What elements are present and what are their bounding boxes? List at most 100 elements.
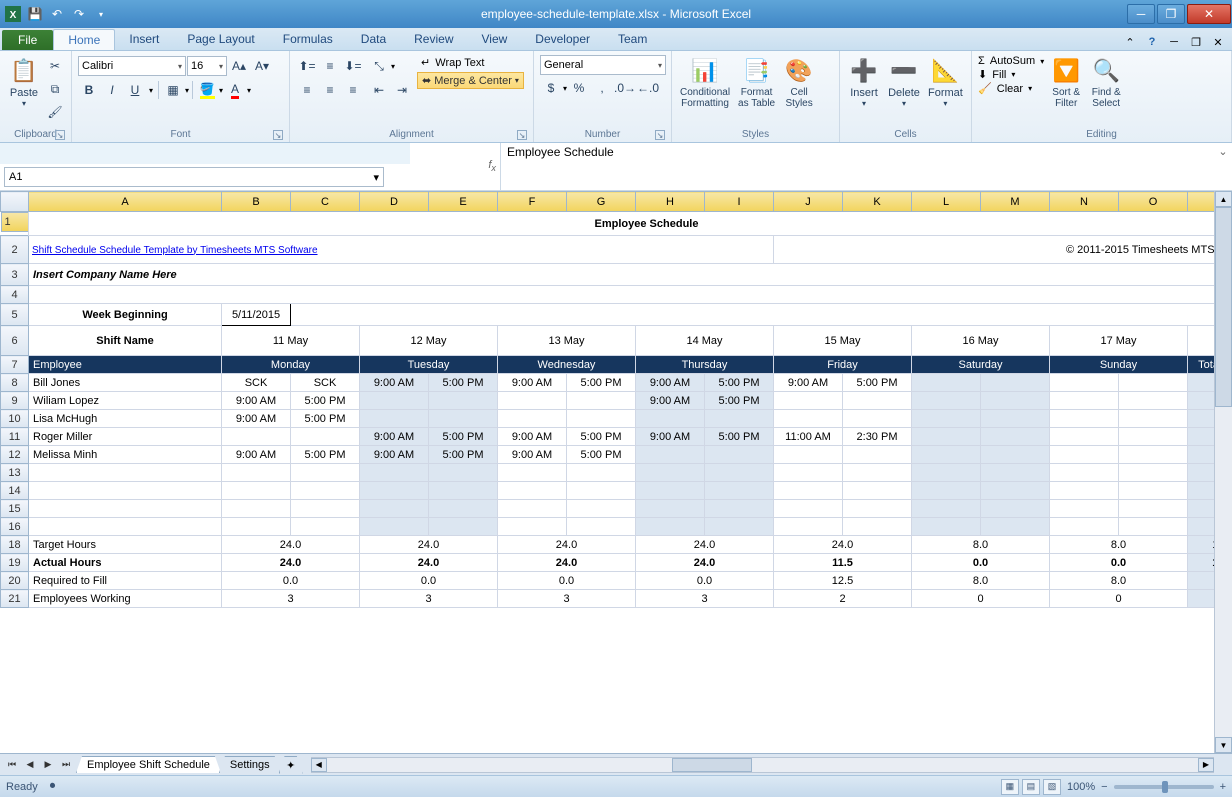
- shift-name[interactable]: Shift Name: [29, 326, 222, 356]
- employee-name[interactable]: Lisa McHugh: [29, 410, 222, 428]
- day-header[interactable]: Wednesday: [498, 356, 636, 374]
- shift-cell[interactable]: [498, 392, 567, 410]
- tab-team[interactable]: Team: [604, 29, 661, 50]
- summary-value[interactable]: 3: [360, 590, 498, 608]
- copyright[interactable]: © 2011-2015 Timesheets MTS Software: [774, 236, 1215, 264]
- workbook-close-icon[interactable]: ✕: [1210, 34, 1226, 50]
- col-header-E[interactable]: E: [429, 192, 498, 212]
- employee-name[interactable]: Wiliam Lopez: [29, 392, 222, 410]
- total-hours[interactable]: 40.0: [1188, 374, 1215, 392]
- shift-cell[interactable]: [1119, 500, 1188, 518]
- row-header-9[interactable]: 9: [1, 392, 29, 410]
- zoom-out-icon[interactable]: −: [1101, 781, 1107, 793]
- find-select-button[interactable]: 🔍Find & Select: [1086, 53, 1126, 111]
- shift-cell[interactable]: 9:00 AM: [636, 374, 705, 392]
- last-sheet-icon[interactable]: ⏭: [58, 757, 74, 773]
- summary-label[interactable]: Employees Working: [29, 590, 222, 608]
- col-header-F[interactable]: F: [498, 192, 567, 212]
- new-sheet-button[interactable]: ✦: [279, 756, 303, 774]
- fill-color-icon[interactable]: 🪣: [196, 79, 218, 101]
- shift-cell[interactable]: [912, 500, 981, 518]
- shift-cell[interactable]: 5:00 PM: [567, 428, 636, 446]
- shift-cell[interactable]: [222, 428, 291, 446]
- shift-cell[interactable]: [705, 410, 774, 428]
- summary-value[interactable]: 3: [222, 590, 360, 608]
- shift-cell[interactable]: 9:00 AM: [498, 374, 567, 392]
- orientation-icon[interactable]: ⤡: [368, 55, 390, 77]
- tab-formulas[interactable]: Formulas: [269, 29, 347, 50]
- shift-cell[interactable]: [1050, 482, 1119, 500]
- col-header-C[interactable]: C: [291, 192, 360, 212]
- spreadsheet-grid[interactable]: ABCDEFGHIJKLMNOP 1Employee Schedule2Shif…: [0, 191, 1214, 608]
- name-box[interactable]: A1▾: [4, 167, 384, 187]
- employee-header[interactable]: Employee: [29, 356, 222, 374]
- date-header[interactable]: 15 May: [774, 326, 912, 356]
- align-left-icon[interactable]: ≡: [296, 79, 318, 101]
- cell-styles-button[interactable]: 🎨Cell Styles: [779, 53, 819, 111]
- shift-cell[interactable]: [429, 482, 498, 500]
- align-center-icon[interactable]: ≡: [319, 79, 341, 101]
- date-header[interactable]: 17 May: [1050, 326, 1188, 356]
- day-header[interactable]: Thursday: [636, 356, 774, 374]
- increase-indent-icon[interactable]: ⇥: [391, 79, 413, 101]
- dialog-launcher-icon[interactable]: ↘: [55, 130, 65, 140]
- summary-value[interactable]: 24.0: [636, 536, 774, 554]
- shift-cell[interactable]: [981, 428, 1050, 446]
- summary-value[interactable]: 0.0: [222, 572, 360, 590]
- close-button[interactable]: ✕: [1187, 4, 1231, 24]
- accounting-icon[interactable]: $: [540, 77, 562, 99]
- shift-cell[interactable]: 5:00 PM: [705, 374, 774, 392]
- total-hours[interactable]: 8.0: [1188, 410, 1215, 428]
- shift-cell[interactable]: 5:00 PM: [291, 410, 360, 428]
- italic-button[interactable]: I: [101, 79, 123, 101]
- shift-cell[interactable]: 2:30 PM: [843, 428, 912, 446]
- shift-cell[interactable]: [981, 446, 1050, 464]
- shift-cell[interactable]: [636, 410, 705, 428]
- delete-cells-button[interactable]: ➖Delete▾: [884, 53, 924, 110]
- shift-cell[interactable]: 5:00 PM: [429, 374, 498, 392]
- col-header-I[interactable]: I: [705, 192, 774, 212]
- increase-decimal-icon[interactable]: .0→: [614, 77, 636, 99]
- row-header-13[interactable]: 13: [1, 464, 29, 482]
- shift-cell[interactable]: [1050, 374, 1119, 392]
- company-name[interactable]: Insert Company Name Here: [29, 264, 1215, 286]
- help-icon[interactable]: ?: [1144, 34, 1160, 50]
- total-hours[interactable]: 27.5: [1188, 428, 1215, 446]
- sort-filter-button[interactable]: 🔽Sort & Filter: [1046, 53, 1086, 111]
- summary-value[interactable]: 8.0: [912, 572, 1050, 590]
- shift-cell[interactable]: [1119, 482, 1188, 500]
- shift-cell[interactable]: 9:00 AM: [222, 392, 291, 410]
- shift-cell[interactable]: [429, 392, 498, 410]
- summary-value[interactable]: 24.0: [498, 554, 636, 572]
- cell[interactable]: [1188, 326, 1215, 356]
- clear-button[interactable]: 🧹 Clear ▾: [978, 82, 1044, 95]
- shift-cell[interactable]: [291, 428, 360, 446]
- shift-cell[interactable]: [1119, 446, 1188, 464]
- shift-cell[interactable]: [498, 500, 567, 518]
- shift-cell[interactable]: [774, 392, 843, 410]
- shift-cell[interactable]: [843, 464, 912, 482]
- shift-cell[interactable]: 5:00 PM: [567, 374, 636, 392]
- shift-cell[interactable]: [498, 410, 567, 428]
- col-header-D[interactable]: D: [360, 192, 429, 212]
- tab-insert[interactable]: Insert: [115, 29, 173, 50]
- tab-data[interactable]: Data: [347, 29, 400, 50]
- shift-cell[interactable]: [291, 518, 360, 536]
- shift-cell[interactable]: [912, 392, 981, 410]
- employee-name[interactable]: Roger Miller: [29, 428, 222, 446]
- col-header-A[interactable]: A: [29, 192, 222, 212]
- comma-icon[interactable]: ,: [591, 77, 613, 99]
- total-hours[interactable]: 16.0: [1188, 392, 1215, 410]
- summary-value[interactable]: 3: [636, 590, 774, 608]
- shift-cell[interactable]: [1119, 464, 1188, 482]
- shift-cell[interactable]: 9:00 AM: [360, 428, 429, 446]
- shift-cell[interactable]: [981, 482, 1050, 500]
- shift-cell[interactable]: [843, 392, 912, 410]
- shift-cell[interactable]: 5:00 PM: [429, 428, 498, 446]
- shift-cell[interactable]: [1119, 428, 1188, 446]
- workbook-restore-icon[interactable]: ❐: [1188, 34, 1204, 50]
- shift-cell[interactable]: 9:00 AM: [636, 428, 705, 446]
- shift-cell[interactable]: 9:00 AM: [360, 446, 429, 464]
- row-header-19[interactable]: 19: [1, 554, 29, 572]
- col-header-J[interactable]: J: [774, 192, 843, 212]
